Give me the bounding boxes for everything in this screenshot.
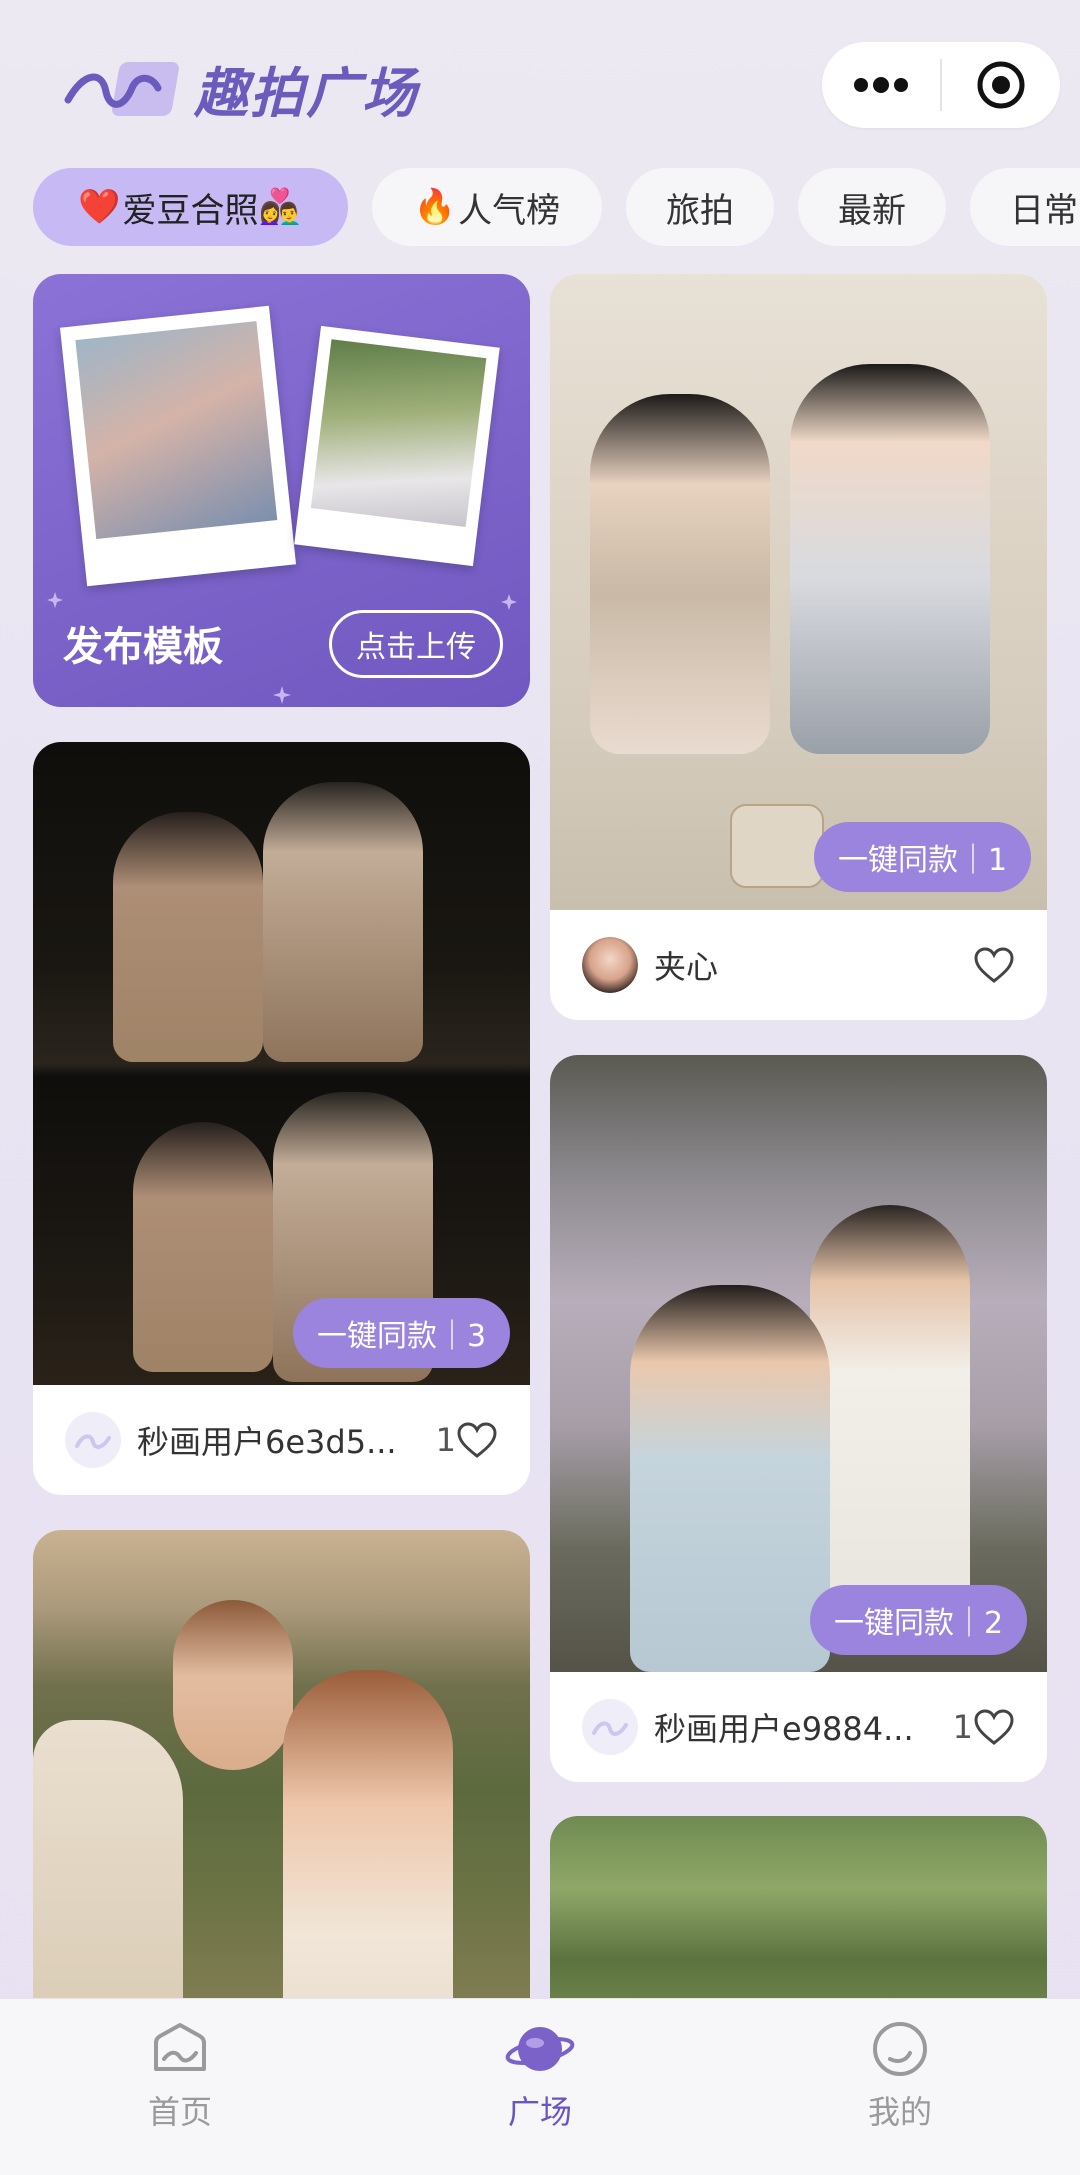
like-control[interactable] [973, 946, 1015, 984]
planet-icon [505, 2027, 575, 2071]
like-control[interactable]: 1 [436, 1421, 498, 1459]
home-icon [154, 2023, 206, 2071]
post-image[interactable] [550, 274, 1047, 910]
post-image[interactable] [550, 1055, 1047, 1672]
heart-outline-icon[interactable] [973, 1708, 1015, 1746]
tab-popular[interactable]: 🔥 人气榜 [372, 168, 602, 246]
post-footer: 秒画用户e9884... 1 [550, 1672, 1047, 1782]
tab-label: 爱豆合照 [122, 190, 259, 231]
nav-label: 我的 [867, 2093, 932, 2131]
sparkle-icon [273, 686, 291, 704]
nav-profile[interactable]: 我的 [820, 2019, 980, 2133]
publish-title: 发布模板 [63, 624, 223, 670]
target-icon[interactable] [942, 42, 1060, 128]
mini-program-capsule [822, 42, 1060, 128]
avatar [582, 937, 638, 993]
nav-label: 广场 [507, 2093, 572, 2131]
like-count: 1 [952, 1708, 973, 1746]
nav-square[interactable]: 广场 [460, 2019, 620, 2133]
like-control[interactable]: 1 [953, 1708, 1015, 1746]
same-style-button[interactable]: 一键同款｜1 [814, 822, 1032, 892]
like-count: 1 [435, 1421, 456, 1459]
more-dots-icon[interactable] [822, 42, 940, 128]
avatar [582, 1699, 638, 1755]
post-card[interactable]: 一键同款｜1 夹心 [550, 274, 1047, 1020]
fire-icon: 🔥 [413, 187, 457, 227]
username[interactable]: 夹心 [654, 942, 718, 988]
post-footer: 夹心 [550, 910, 1047, 1020]
sparkle-icon [47, 592, 63, 608]
header: 趣拍广场 [0, 0, 1080, 170]
post-image[interactable] [33, 1530, 530, 2050]
nav-home[interactable]: 首页 [100, 2019, 260, 2133]
tab-idol-photo[interactable]: ❤️ 爱豆合照 👩‍❤️‍👨 [33, 168, 348, 246]
post-card[interactable]: 一键同款｜3 秒画用户6e3d5... 1 [33, 742, 530, 1495]
sample-photo-2 [294, 325, 500, 567]
sample-photo-1 [59, 305, 297, 587]
same-style-button[interactable]: 一键同款｜2 [810, 1585, 1028, 1655]
category-tabs: ❤️ 爱豆合照 👩‍❤️‍👨 🔥 人气榜 旅拍 最新 日常 [0, 168, 1080, 250]
profile-icon [873, 2022, 927, 2076]
tab-label: 日常 [1010, 190, 1078, 231]
heart-outline-icon[interactable] [973, 946, 1015, 984]
tab-travel[interactable]: 旅拍 [626, 168, 774, 246]
tab-label: 旅拍 [666, 190, 734, 231]
tab-latest[interactable]: 最新 [798, 168, 946, 246]
upload-button[interactable]: 点击上传 [329, 610, 503, 678]
heart-outline-icon[interactable] [456, 1421, 498, 1459]
app-logo: 趣拍广场 [62, 48, 418, 128]
page-title: 趣拍广场 [194, 60, 418, 125]
heart-icon: ❤️ [78, 187, 121, 227]
tab-label: 最新 [838, 190, 906, 231]
tab-label: 人气榜 [458, 190, 561, 231]
username[interactable]: 秒画用户6e3d5... [137, 1417, 397, 1463]
post-image[interactable] [33, 742, 530, 1385]
same-style-button[interactable]: 一键同款｜3 [293, 1298, 511, 1368]
username[interactable]: 秒画用户e9884... [654, 1704, 914, 1750]
tab-daily[interactable]: 日常 [970, 168, 1080, 246]
nav-label: 首页 [147, 2093, 212, 2131]
publish-template-card[interactable]: 发布模板 点击上传 [33, 274, 530, 707]
sparkle-icon [501, 594, 517, 610]
avatar [65, 1412, 121, 1468]
bottom-nav: 首页 广场 我的 [0, 1998, 1080, 2175]
logo-mark-icon [64, 62, 179, 116]
post-footer: 秒画用户6e3d5... 1 [33, 1385, 530, 1495]
post-card[interactable]: 一键同款｜2 秒画用户e9884... 1 [550, 1055, 1047, 1782]
couple-icon: 👩‍❤️‍👨 [258, 187, 301, 227]
post-card[interactable] [33, 1530, 530, 2050]
